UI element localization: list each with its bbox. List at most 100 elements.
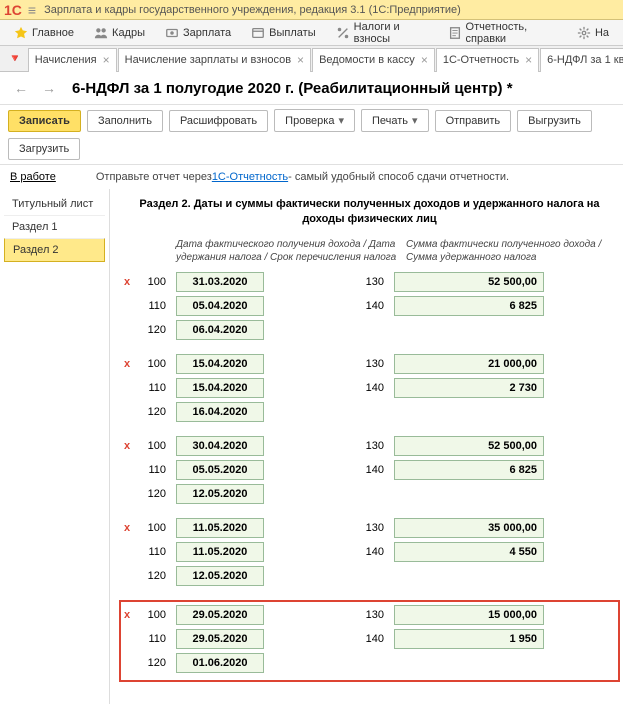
amount-field[interactable]: 1 950 bbox=[394, 629, 544, 649]
code-label: 100 bbox=[136, 609, 166, 621]
close-icon[interactable]: × bbox=[297, 53, 304, 67]
tab-4[interactable]: 6-НДФЛ за 1 квартал 2020 г. (Реа bbox=[540, 48, 623, 72]
date-field[interactable]: 01.06.2020 bbox=[176, 653, 264, 673]
decode-button[interactable]: Расшифровать bbox=[169, 110, 268, 132]
fill-button[interactable]: Заполнить bbox=[87, 110, 163, 132]
burger-icon[interactable]: ≡ bbox=[28, 2, 36, 18]
date-field[interactable]: 30.04.2020 bbox=[176, 436, 264, 456]
payment-icon bbox=[251, 26, 265, 40]
code-label: 140 bbox=[354, 546, 384, 558]
amount-field[interactable]: 6 825 bbox=[394, 460, 544, 480]
delete-x-icon[interactable]: х bbox=[124, 609, 136, 621]
info-text: Отправьте отчет через bbox=[96, 171, 212, 183]
delete-x-icon[interactable]: х bbox=[124, 440, 136, 452]
link-1c-report[interactable]: 1С-Отчетность bbox=[212, 171, 288, 183]
delete-x-icon[interactable]: х bbox=[124, 276, 136, 288]
tab-2[interactable]: Ведомости в кассу× bbox=[312, 48, 435, 72]
tab-1[interactable]: Начисление зарплаты и взносов× bbox=[118, 48, 311, 72]
delete-x-icon[interactable]: х bbox=[124, 522, 136, 534]
delete-x-icon[interactable]: х bbox=[124, 358, 136, 370]
amount-field[interactable]: 21 000,00 bbox=[394, 354, 544, 374]
sidebar: Титульный лист Раздел 1 Раздел 2 bbox=[0, 189, 110, 704]
report-icon bbox=[448, 26, 462, 40]
doc-title: 6-НДФЛ за 1 полугодие 2020 г. (Реабилита… bbox=[72, 80, 513, 97]
date-field[interactable]: 11.05.2020 bbox=[176, 518, 264, 538]
amount-field[interactable]: 2 730 bbox=[394, 378, 544, 398]
code-label: 100 bbox=[136, 358, 166, 370]
code-label: 110 bbox=[136, 382, 166, 394]
date-field[interactable]: 16.04.2020 bbox=[176, 402, 264, 422]
code-label: 100 bbox=[136, 440, 166, 452]
send-button[interactable]: Отправить bbox=[435, 110, 512, 132]
gear-icon bbox=[577, 26, 591, 40]
date-field[interactable]: 06.04.2020 bbox=[176, 320, 264, 340]
app-title: Зарплата и кадры государственного учрежд… bbox=[44, 4, 461, 16]
menu-label: Отчетность, справки bbox=[466, 21, 557, 45]
menu-settings[interactable]: На bbox=[567, 20, 619, 45]
load-button[interactable]: Загрузить bbox=[8, 138, 80, 160]
code-label: 110 bbox=[136, 633, 166, 645]
code-label: 130 bbox=[354, 440, 384, 452]
data-block: х 100 11.05.2020 130 35 000,00 110 11.05… bbox=[124, 518, 615, 586]
tab-3[interactable]: 1С-Отчетность× bbox=[436, 48, 539, 72]
close-icon[interactable]: × bbox=[421, 53, 428, 67]
code-label: 140 bbox=[354, 464, 384, 476]
money-icon bbox=[165, 26, 179, 40]
menu-label: Главное bbox=[32, 27, 74, 39]
menu-nalogi[interactable]: Налоги и взносы bbox=[326, 20, 438, 45]
close-icon[interactable]: × bbox=[103, 53, 110, 67]
sidebar-item-title[interactable]: Титульный лист bbox=[4, 193, 105, 215]
code-label: 120 bbox=[136, 657, 166, 669]
print-button[interactable]: Печать▾ bbox=[361, 109, 429, 132]
code-label: 110 bbox=[136, 300, 166, 312]
tab-nav-left[interactable]: 🔻 bbox=[2, 52, 28, 65]
date-field[interactable]: 05.05.2020 bbox=[176, 460, 264, 480]
back-arrow-icon[interactable]: ← bbox=[8, 78, 34, 98]
menu-reports[interactable]: Отчетность, справки bbox=[438, 20, 567, 45]
amount-field[interactable]: 4 550 bbox=[394, 542, 544, 562]
title-bar: 1C ≡ Зарплата и кадры государственного у… bbox=[0, 0, 623, 20]
close-icon[interactable]: × bbox=[525, 53, 532, 67]
status-link[interactable]: В работе bbox=[10, 171, 56, 183]
percent-icon bbox=[336, 26, 350, 40]
tab-0[interactable]: Начисления× bbox=[28, 48, 117, 72]
code-label: 110 bbox=[136, 464, 166, 476]
date-field[interactable]: 29.05.2020 bbox=[176, 605, 264, 625]
sidebar-item-section2[interactable]: Раздел 2 bbox=[4, 238, 105, 262]
date-field[interactable]: 11.05.2020 bbox=[176, 542, 264, 562]
amount-field[interactable]: 6 825 bbox=[394, 296, 544, 316]
code-label: 140 bbox=[354, 382, 384, 394]
code-label: 100 bbox=[136, 522, 166, 534]
toolbar: Записать Заполнить Расшифровать Проверка… bbox=[0, 105, 623, 165]
check-button[interactable]: Проверка▾ bbox=[274, 109, 355, 132]
menu-label: Выплаты bbox=[269, 27, 315, 39]
menu-label: Налоги и взносы bbox=[354, 21, 428, 45]
date-field[interactable]: 15.04.2020 bbox=[176, 354, 264, 374]
logo-1c: 1C bbox=[4, 2, 22, 18]
menu-kadry[interactable]: Кадры bbox=[84, 20, 155, 45]
date-field[interactable]: 29.05.2020 bbox=[176, 629, 264, 649]
date-field[interactable]: 31.03.2020 bbox=[176, 272, 264, 292]
date-field[interactable]: 12.05.2020 bbox=[176, 566, 264, 586]
amount-field[interactable]: 52 500,00 bbox=[394, 272, 544, 292]
date-field[interactable]: 12.05.2020 bbox=[176, 484, 264, 504]
amount-field[interactable]: 15 000,00 bbox=[394, 605, 544, 625]
code-label: 140 bbox=[354, 633, 384, 645]
menu-vyplaty[interactable]: Выплаты bbox=[241, 20, 325, 45]
write-button[interactable]: Записать bbox=[8, 110, 81, 132]
date-field[interactable]: 15.04.2020 bbox=[176, 378, 264, 398]
star-icon bbox=[14, 26, 28, 40]
people-icon bbox=[94, 26, 108, 40]
code-label: 120 bbox=[136, 406, 166, 418]
upload-button[interactable]: Выгрузить bbox=[517, 110, 592, 132]
sidebar-item-section1[interactable]: Раздел 1 bbox=[4, 215, 105, 238]
col-header-right: Сумма фактически полученного дохода / Су… bbox=[406, 238, 606, 264]
forward-arrow-icon[interactable]: → bbox=[36, 78, 62, 98]
data-block: х 100 30.04.2020 130 52 500,00 110 05.05… bbox=[124, 436, 615, 504]
menu-zarplata[interactable]: Зарплата bbox=[155, 20, 241, 45]
amount-field[interactable]: 35 000,00 bbox=[394, 518, 544, 538]
info-bar: В работе Отправьте отчет через 1С-Отчетн… bbox=[0, 165, 623, 189]
amount-field[interactable]: 52 500,00 bbox=[394, 436, 544, 456]
date-field[interactable]: 05.04.2020 bbox=[176, 296, 264, 316]
menu-home[interactable]: Главное bbox=[4, 20, 84, 45]
